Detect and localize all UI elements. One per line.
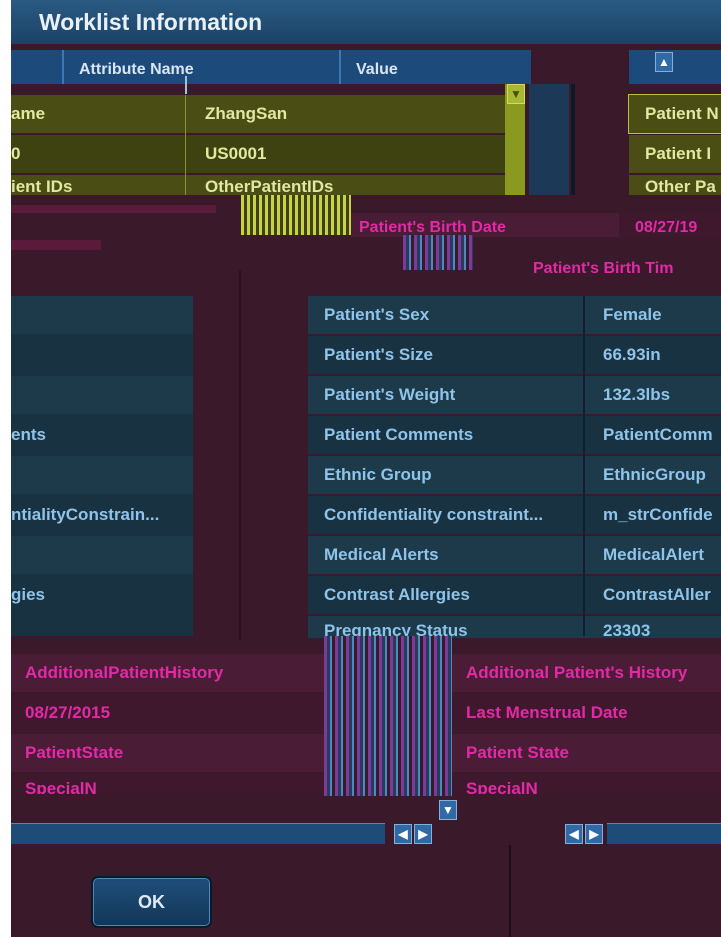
scroll-down-icon[interactable]: ▼ [439, 800, 457, 820]
divider [509, 845, 511, 937]
table-row[interactable]: Ethnic Group EthnicGroup [308, 456, 721, 494]
table-row[interactable] [11, 536, 193, 574]
scroll-track [529, 84, 569, 195]
table-row[interactable]: Contrast Allergies ContrastAller [308, 576, 721, 614]
table-row[interactable]: Patient's Sex Female [308, 296, 721, 334]
table-row[interactable]: SpecialN [11, 774, 324, 794]
scroll-up-icon[interactable]: ▲ [655, 52, 673, 72]
ok-button[interactable]: OK [91, 876, 212, 928]
divider [571, 84, 575, 195]
scroll-right-icon[interactable]: ▶ [414, 824, 432, 844]
table-row[interactable]: Additional Patient's History [452, 654, 721, 692]
column-divider [62, 50, 64, 84]
worklist-dialog: Worklist Information Attribute Name Valu… [11, 0, 721, 937]
table-row[interactable] [11, 296, 193, 334]
table-row[interactable]: Confidentiality constraint... m_strConfi… [308, 496, 721, 534]
glitch-line [11, 205, 216, 213]
table-row[interactable] [11, 376, 193, 414]
divider-panel [193, 270, 308, 640]
horizontal-scrollbar[interactable] [11, 823, 385, 844]
table-row[interactable]: Patient's Weight 132.3lbs [308, 376, 721, 414]
scroll-left-icon[interactable]: ◀ [394, 824, 412, 844]
table-row[interactable]: ient IDs OtherPatientIDs [11, 175, 505, 195]
column-divider [339, 50, 341, 84]
table-row[interactable]: Pregnancy Status 23303 [308, 616, 721, 638]
table-header-right [629, 50, 721, 84]
column-header-attribute[interactable]: Attribute Name [79, 50, 194, 90]
table-row[interactable]: 08/27/2015 [11, 694, 324, 732]
table-row[interactable]: ame ZhangSan [11, 95, 505, 133]
table-row[interactable]: Medical Alerts MedicalAlert [308, 536, 721, 574]
table-row[interactable]: ntialityConstrain... [11, 496, 193, 534]
scroll-down-icon[interactable]: ▼ [507, 84, 525, 104]
table-row[interactable]: Patient State [452, 734, 721, 772]
table-row[interactable]: Last Menstrual Date [452, 694, 721, 732]
table-row[interactable]: SpecialN [452, 774, 721, 794]
table-row[interactable] [11, 336, 193, 374]
dialog-title: Worklist Information [39, 9, 263, 35]
glitch-stripes [324, 636, 452, 796]
glitch-stripes [241, 195, 351, 235]
table-row[interactable]: 08/27/19 [619, 213, 721, 237]
table-row[interactable]: PatientState [11, 734, 324, 772]
glitch-stripes [403, 235, 473, 270]
table-header: Attribute Name Value [11, 50, 531, 84]
column-divider [185, 76, 187, 94]
column-divider [583, 296, 585, 636]
table-row[interactable]: Patient's Size 66.93in [308, 336, 721, 374]
table-row[interactable]: Patient I [629, 135, 721, 173]
table-row[interactable]: Patient's Birth Date [351, 213, 621, 237]
divider [239, 270, 241, 640]
table-row[interactable]: Patient Comments PatientComm [308, 416, 721, 454]
scroll-right-icon[interactable]: ▶ [585, 824, 603, 844]
table-row[interactable]: Patient N [628, 94, 721, 134]
table-row[interactable]: gies [11, 576, 193, 614]
glitch-line [11, 240, 101, 250]
dialog-title-bar: Worklist Information [11, 0, 721, 44]
table-row[interactable]: Other Pa [629, 175, 721, 195]
column-divider [185, 95, 186, 195]
table-row[interactable]: ents [11, 416, 193, 454]
table-row[interactable] [11, 456, 193, 494]
column-header-value[interactable]: Value [356, 50, 398, 90]
table-row[interactable]: Patient's Birth Tim [481, 256, 721, 278]
scroll-left-icon[interactable]: ◀ [565, 824, 583, 844]
horizontal-scrollbar[interactable] [607, 823, 721, 844]
table-row[interactable]: AdditionalPatientHistory [11, 654, 324, 692]
table-row[interactable]: 0 US0001 [11, 135, 505, 173]
